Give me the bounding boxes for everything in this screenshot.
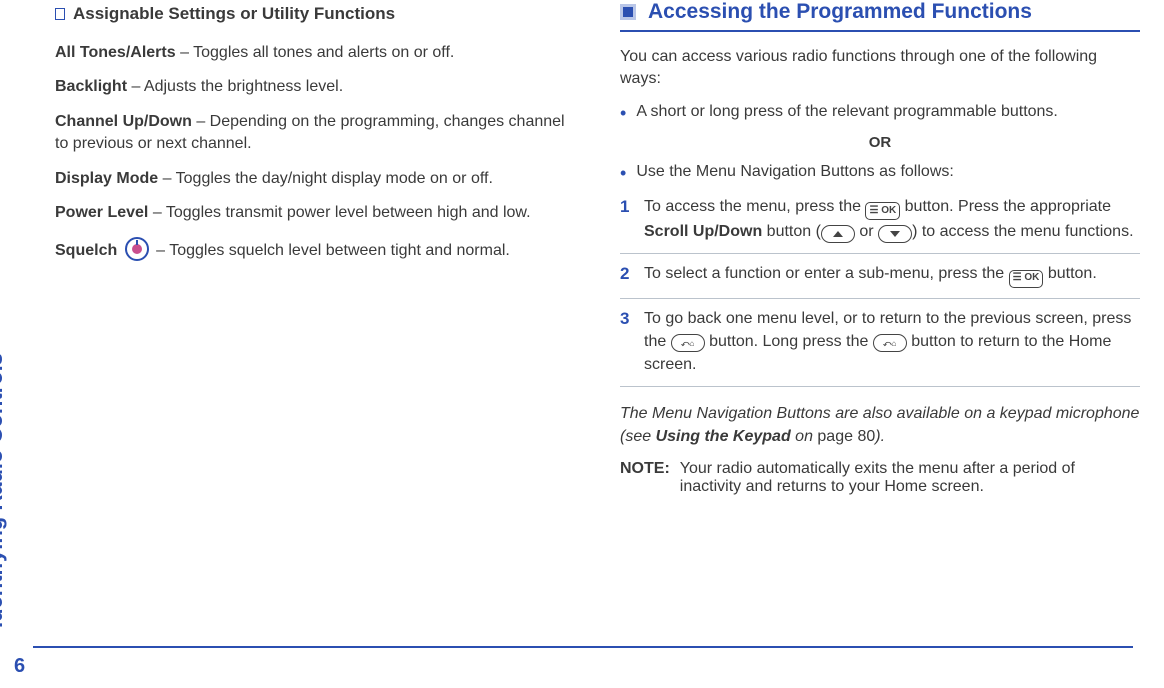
sidebar-chapter-label: Identifying Radio Controls [0, 353, 8, 628]
note-label: NOTE: [620, 460, 670, 496]
section-square-icon [620, 4, 636, 20]
term-display-mode: Display Mode [55, 170, 158, 187]
term-power-level: Power Level [55, 204, 148, 221]
left-subheading-text: Assignable Settings or Utility Functions [73, 4, 395, 24]
footnote: The Menu Navigation Buttons are also ava… [620, 403, 1140, 448]
menu-ok-button-icon: ☰ OK [1009, 270, 1044, 288]
or-separator: OR [620, 134, 1140, 151]
desc-display-mode: – Toggles the day/night display mode on … [158, 170, 493, 187]
squelch-knob-icon [124, 236, 150, 262]
setting-channel: Channel Up/Down – Depending on the progr… [55, 111, 575, 156]
step-3: 3 To go back one menu level, or to retur… [620, 307, 1140, 377]
menu-ok-button-icon: ☰ OK [865, 202, 900, 220]
step-1-number: 1 [620, 195, 634, 220]
step-2-content: To select a function or enter a sub-menu… [644, 262, 1140, 287]
fn-b: Using the Keypad [656, 428, 791, 445]
s1a: To access the menu, press the [644, 198, 865, 215]
step-divider [620, 298, 1140, 299]
setting-power-level: Power Level – Toggles transmit power lev… [55, 202, 575, 224]
fn-d: page 80 [817, 428, 875, 445]
s1f: ) to access the menu functions. [912, 223, 1133, 240]
term-all-tones: All Tones/Alerts [55, 44, 176, 61]
section-underline [620, 30, 1140, 32]
svg-text:⤺⌂: ⤺⌂ [883, 339, 897, 348]
fn-e: ). [875, 428, 885, 445]
setting-all-tones: All Tones/Alerts – Toggles all tones and… [55, 42, 575, 64]
content-columns: Assignable Settings or Utility Functions… [55, 0, 1145, 496]
desc-squelch: – Toggles squelch level between tight an… [152, 242, 510, 259]
desc-all-tones: – Toggles all tones and alerts on or off… [176, 44, 455, 61]
right-intro: You can access various radio functions t… [620, 46, 1140, 91]
step-3-content: To go back one menu level, or to return … [644, 307, 1140, 377]
back-home-button-icon: ⤺⌂ [873, 334, 907, 352]
left-column: Assignable Settings or Utility Functions… [55, 0, 575, 496]
right-column: Accessing the Programmed Functions You c… [620, 0, 1140, 496]
left-subheading: Assignable Settings or Utility Functions [55, 4, 575, 24]
desc-power-level: – Toggles transmit power level between h… [148, 204, 530, 221]
bullet-menu-nav: • Use the Menu Navigation Buttons as fol… [620, 163, 1140, 185]
note-text: Your radio automatically exits the menu … [680, 460, 1140, 496]
step-1: 1 To access the menu, press the ☰ OK but… [620, 195, 1140, 243]
right-heading-text: Accessing the Programmed Functions [648, 0, 1032, 24]
bullet2-text: Use the Menu Navigation Buttons as follo… [636, 163, 954, 181]
desc-backlight: – Adjusts the brightness level. [127, 78, 343, 95]
back-home-button-icon: ⤺⌂ [671, 334, 705, 352]
footer-rule [33, 646, 1133, 648]
step-2: 2 To select a function or enter a sub-me… [620, 262, 1140, 287]
subheading-box-icon [55, 8, 65, 20]
note-block: NOTE: Your radio automatically exits the… [620, 460, 1140, 496]
page-number: 6 [14, 655, 25, 678]
step-1-content: To access the menu, press the ☰ OK butto… [644, 195, 1140, 243]
term-backlight: Backlight [55, 78, 127, 95]
s3b: button. Long press the [705, 333, 873, 350]
scroll-up-button-icon [821, 225, 855, 243]
bullet-short-long-press: • A short or long press of the relevant … [620, 103, 1140, 125]
step-3-number: 3 [620, 307, 634, 332]
s1c: Scroll Up/Down [644, 223, 762, 240]
right-heading: Accessing the Programmed Functions [620, 0, 1140, 24]
s2b: button. [1043, 265, 1096, 282]
term-squelch: Squelch [55, 242, 117, 259]
s1b: button. Press the appropriate [900, 198, 1111, 215]
step-divider [620, 386, 1140, 387]
fn-c: on [791, 428, 818, 445]
s2a: To select a function or enter a sub-menu… [644, 265, 1009, 282]
s1e: or [855, 223, 878, 240]
scroll-down-button-icon [878, 225, 912, 243]
bullet1-text: A short or long press of the relevant pr… [636, 103, 1058, 121]
step-divider [620, 253, 1140, 254]
s1d: button ( [762, 223, 821, 240]
bullet-dot-icon: • [620, 103, 626, 125]
step-2-number: 2 [620, 262, 634, 287]
setting-backlight: Backlight – Adjusts the brightness level… [55, 76, 575, 98]
bullet-dot-icon: • [620, 163, 626, 185]
term-channel: Channel Up/Down [55, 113, 192, 130]
setting-display-mode: Display Mode – Toggles the day/night dis… [55, 168, 575, 190]
setting-squelch: Squelch – Toggles squelch level between … [55, 236, 575, 262]
svg-text:⤺⌂: ⤺⌂ [681, 339, 695, 348]
